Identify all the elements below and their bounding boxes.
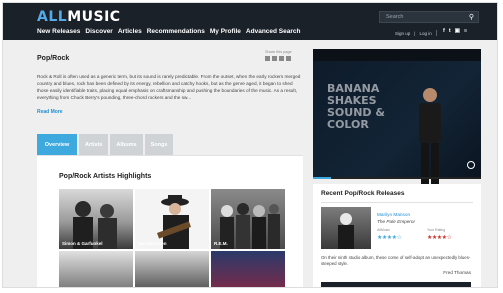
nav-my-profile[interactable]: My Profile [210, 28, 241, 35]
artist-tile[interactable] [211, 251, 285, 287]
separator: | [414, 30, 416, 36]
twitter-icon[interactable]: t [449, 28, 451, 34]
search-icon[interactable]: ⚲ [469, 13, 474, 21]
allmusic-rating-label: AllMusic [377, 228, 391, 232]
account-links: Sign up | Log in [395, 30, 437, 36]
tab-songs[interactable]: Songs [144, 134, 174, 155]
instagram-icon[interactable]: ▣ [455, 28, 460, 34]
album-title-link[interactable]: The Pale Emperor [377, 219, 415, 224]
share-icons [265, 56, 305, 61]
highlights-title: Pop/Rock Artists Highlights [59, 173, 152, 180]
video-title-overlay: BANANA SHAKES SOUND & COLOR [327, 82, 385, 131]
artist-photo [220, 203, 280, 249]
allmusic-logo[interactable]: ALLMUSIC [37, 9, 121, 25]
video-screen: BANANA SHAKES SOUND & COLOR [313, 61, 481, 187]
tab-overview[interactable]: Overview [37, 134, 77, 155]
rss-icon[interactable]: ≡ [464, 28, 467, 34]
user-rating-label: Your Rating [427, 228, 446, 232]
share-more-icon[interactable] [286, 56, 291, 61]
artist-name: Simon & Garfunkel [62, 241, 103, 246]
recent-releases-panel: Recent Pop/Rock Releases Marilyn Manson … [313, 184, 481, 287]
main-nav: New Releases Discover Articles Recommend… [37, 28, 300, 35]
artist-name: R.E.M. [214, 241, 228, 246]
recent-releases-title: Recent Pop/Rock Releases [321, 190, 405, 197]
album-cover[interactable] [321, 207, 371, 249]
nav-advanced-search[interactable]: Advanced Search [246, 28, 301, 35]
review-snippet: On their ninth studio album, these come … [321, 255, 471, 266]
video-progress-bar[interactable] [313, 177, 481, 179]
video-info-icon[interactable] [467, 161, 475, 169]
tab-artists[interactable]: Artists [79, 134, 109, 155]
artist-tile[interactable] [59, 251, 133, 287]
read-more-link[interactable]: Read More [37, 109, 63, 115]
divider [435, 30, 437, 36]
artist-name: Van Morrison [138, 241, 167, 246]
nav-recommendations[interactable]: Recommendations [147, 28, 205, 35]
presenter-figure [419, 88, 441, 187]
login-link[interactable]: Log in [419, 31, 431, 36]
page: ALLMUSIC New Releases Discover Articles … [2, 2, 498, 288]
allmusic-rating-stars: ★★★★☆ [377, 235, 402, 241]
tab-albums[interactable]: Albums [110, 134, 143, 155]
reviewer-name[interactable]: Fred Thomas [443, 270, 471, 275]
album-artist-link[interactable]: Marilyn Manson [377, 212, 410, 217]
nav-discover[interactable]: Discover [85, 28, 112, 35]
artist-tile-van-morrison[interactable]: Van Morrison [135, 189, 209, 249]
next-release-preview[interactable] [321, 282, 471, 287]
social-links: f t ▣ ≡ [443, 28, 467, 34]
artist-tile[interactable] [135, 251, 209, 287]
nav-new-releases[interactable]: New Releases [37, 28, 80, 35]
page-title: Pop/Rock [37, 55, 70, 62]
divider [321, 202, 473, 203]
share-label: Share this page [265, 50, 292, 54]
search-placeholder: Search [386, 14, 404, 20]
artist-photo [73, 201, 117, 249]
nav-articles[interactable]: Articles [118, 28, 142, 35]
share-twitter-icon[interactable] [272, 56, 277, 61]
share-box: Share this page [265, 50, 305, 61]
artist-photo [135, 189, 209, 249]
share-email-icon[interactable] [279, 56, 284, 61]
video-player[interactable]: BANANA SHAKES SOUND & COLOR [313, 49, 481, 187]
genre-tabs: Overview Artists Albums Songs [37, 134, 174, 155]
user-rating-stars[interactable]: ★★★★☆ [427, 234, 452, 241]
search-input[interactable]: Search ⚲ [379, 11, 479, 23]
artist-tile-rem[interactable]: R.E.M. [211, 189, 285, 249]
facebook-icon[interactable]: f [443, 28, 445, 34]
artist-tile-simon-garfunkel[interactable]: Simon & Garfunkel [59, 189, 133, 249]
genre-description: Rock & Roll is often used as a generic t… [37, 74, 301, 100]
site-header: ALLMUSIC New Releases Discover Articles … [3, 3, 497, 40]
signup-link[interactable]: Sign up [395, 31, 410, 36]
share-facebook-icon[interactable] [265, 56, 270, 61]
artist-highlights-panel: Pop/Rock Artists Highlights Simon & Garf… [37, 155, 303, 287]
